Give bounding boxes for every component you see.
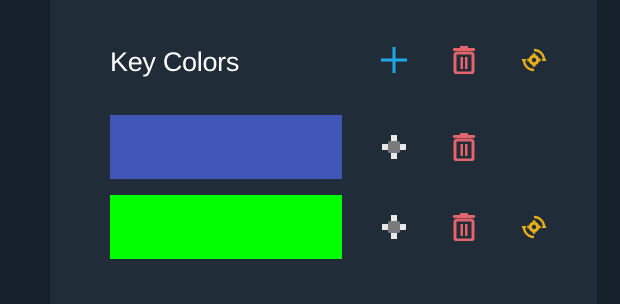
section-title: Key Colors xyxy=(110,47,240,77)
key-colors-window: Key Colors xyxy=(0,0,620,304)
reset-color-2-button[interactable] xyxy=(517,210,551,244)
trash-icon xyxy=(453,46,475,74)
delete-color-1-button[interactable] xyxy=(447,130,481,164)
trash-icon xyxy=(453,213,475,241)
move-arrows-icon xyxy=(382,135,406,159)
reset-all-button[interactable] xyxy=(517,43,551,77)
color-swatch-1[interactable] xyxy=(110,115,342,179)
key-colors-panel: Key Colors xyxy=(50,0,597,304)
move-color-2-handle[interactable] xyxy=(377,210,411,244)
move-arrows-icon xyxy=(382,215,406,239)
right-side-strip xyxy=(597,0,620,304)
color-swatch-2[interactable] xyxy=(110,195,342,259)
delete-color-2-button[interactable] xyxy=(447,210,481,244)
trash-icon xyxy=(453,133,475,161)
delete-all-button[interactable] xyxy=(447,43,481,77)
plus-icon xyxy=(381,47,407,73)
move-color-1-handle[interactable] xyxy=(377,130,411,164)
gear-refresh-icon xyxy=(521,48,547,72)
left-side-strip xyxy=(0,0,50,304)
gear-refresh-icon xyxy=(521,215,547,239)
add-color-button[interactable] xyxy=(377,43,411,77)
